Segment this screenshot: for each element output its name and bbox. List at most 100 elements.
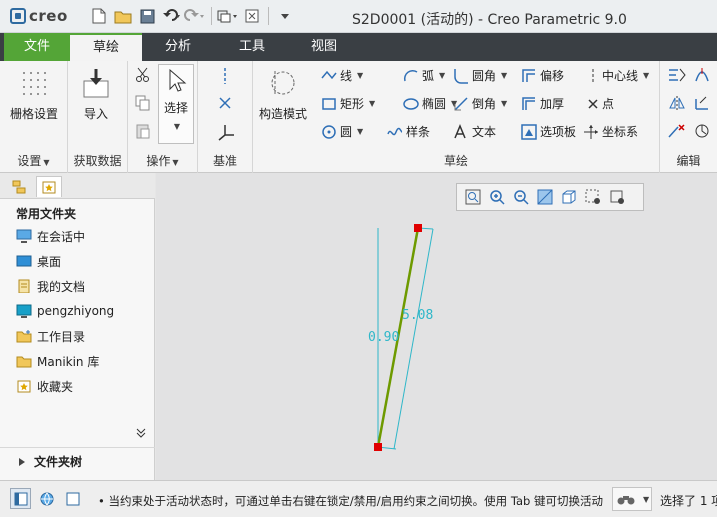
folder-manikin-library[interactable]: Manikin 库 (16, 351, 99, 371)
tab-analysis[interactable]: 分析 (142, 33, 214, 61)
tab-file[interactable]: 文件 (4, 33, 70, 61)
folder-user[interactable]: pengzhiyong (16, 301, 114, 321)
select-button[interactable]: 选择 ▼ (158, 64, 194, 144)
close-window-icon[interactable] (241, 6, 263, 26)
sketch-geometry: 0.90 5.08 (368, 224, 434, 451)
construction-mode-button[interactable]: 构造模式 (259, 67, 307, 122)
chamfer-icon (454, 96, 468, 111)
construction-mode-icon (271, 71, 295, 95)
chamfer-button[interactable]: 倒角 ▼ (453, 95, 507, 112)
paste-icon[interactable] (135, 123, 151, 139)
circle-label: 圆 (340, 125, 353, 139)
sketch-endpoint-top[interactable] (414, 224, 422, 232)
point-label: 点 (602, 97, 615, 111)
rectangle-button[interactable]: 矩形 ▼ (321, 95, 375, 112)
dimension-value-left[interactable]: 0.90 (368, 330, 399, 345)
save-icon[interactable] (136, 6, 158, 26)
toggle-browser-icon[interactable] (36, 488, 57, 509)
model-tree-tab-icon[interactable] (6, 176, 32, 197)
desktop-icon (16, 255, 32, 267)
folder-label: pengzhiyong (37, 304, 115, 318)
folder-favorites[interactable]: 收藏夹 (16, 376, 73, 396)
csys-label: 坐标系 (602, 125, 639, 139)
fillet-label: 圆角 (472, 69, 497, 83)
thicken-label: 加厚 (540, 97, 565, 111)
copy-icon[interactable] (135, 95, 151, 111)
ribbon-sketch: 栅格设置 设置 ▼ 导入 获取数据 选择 ▼ 操作 ▼ 基准 构造模式 线 ▼ … (0, 61, 717, 173)
ellipse-button[interactable]: 椭圆 ▼ (403, 95, 457, 112)
creo-window: creo S2D0001 (活动的) - Creo Parametric 9.0… (0, 0, 717, 517)
mirror-icon[interactable] (668, 95, 686, 111)
datum-point-icon[interactable] (217, 95, 233, 111)
grid-settings-button[interactable]: 栅格设置 (10, 67, 58, 122)
divide-icon[interactable] (694, 67, 710, 83)
monitor-icon (16, 304, 32, 318)
delete-segment-icon[interactable] (668, 123, 686, 139)
favorites-folder-icon (17, 380, 31, 393)
group-edit: 编辑 (660, 61, 717, 173)
graphics-area[interactable]: 0.90 5.08 (156, 173, 717, 480)
folder-working-directory[interactable]: 工作目录 (16, 326, 85, 346)
toggle-navigator-icon[interactable] (10, 488, 31, 509)
folder-label: 在会话中 (37, 229, 86, 244)
arc-icon (403, 69, 418, 81)
fillet-icon (454, 68, 468, 84)
group-label-operations[interactable]: 操作 ▼ (128, 152, 197, 169)
fillet-button[interactable]: 圆角 ▼ (453, 67, 507, 84)
rotate-resize-icon[interactable] (694, 123, 710, 139)
palette-label: 选项板 (540, 125, 577, 139)
folder-tree-label: 文件夹树 (34, 455, 83, 469)
open-icon[interactable] (112, 6, 134, 26)
customize-icon[interactable] (274, 6, 296, 26)
line-label: 线 (340, 69, 353, 83)
datum-csys-icon[interactable] (217, 123, 235, 141)
ribbon-tabs: 文件 草绘 分析 工具 视图 (0, 33, 717, 61)
tab-sketch[interactable]: 草绘 (70, 33, 142, 61)
sketch-csys-icon (584, 124, 598, 139)
cut-icon[interactable] (135, 67, 151, 83)
tab-view[interactable]: 视图 (288, 33, 360, 61)
group-label-sketching: 草绘 (443, 154, 468, 168)
new-icon[interactable] (88, 6, 110, 26)
tab-tools[interactable]: 工具 (216, 33, 288, 61)
import-button[interactable]: 导入 (80, 67, 112, 122)
centerline-icon (592, 68, 594, 83)
folder-desktop[interactable]: 桌面 (16, 251, 61, 271)
redo-icon[interactable] (184, 6, 206, 26)
point-icon (588, 98, 598, 109)
toggle-fullscreen-icon[interactable] (62, 488, 83, 509)
palette-button[interactable]: 选项板 (521, 123, 576, 140)
documents-icon (18, 279, 30, 293)
folder-label: 收藏夹 (37, 379, 74, 394)
regenerate-icon[interactable] (217, 6, 239, 26)
spline-button[interactable]: 样条 (387, 123, 430, 140)
binoculars-icon (617, 496, 635, 505)
offset-button[interactable]: 偏移 (521, 67, 564, 84)
folder-label: 我的文档 (37, 279, 86, 294)
text-button[interactable]: 文本 (453, 123, 496, 140)
circle-button[interactable]: 圆 ▼ (321, 123, 363, 140)
undo-icon[interactable] (160, 6, 182, 26)
point-button[interactable]: 点 (587, 95, 614, 112)
folder-tree-header[interactable]: 文件夹树 (0, 447, 155, 475)
folder-label: Manikin 库 (37, 354, 100, 369)
folder-my-documents[interactable]: 我的文档 (16, 276, 85, 296)
csys-button[interactable]: 坐标系 (583, 123, 638, 140)
thicken-button[interactable]: 加厚 (521, 95, 564, 112)
corner-icon[interactable] (694, 95, 710, 111)
rectangle-label: 矩形 (340, 97, 365, 111)
datum-centerline-icon[interactable] (217, 67, 233, 85)
favorites-tab-icon[interactable] (36, 176, 62, 197)
centerline-button[interactable]: 中心线 ▼ (587, 67, 649, 84)
dimension-value-right[interactable]: 5.08 (402, 308, 433, 323)
import-icon (83, 69, 109, 98)
arc-button[interactable]: 弧 ▼ (403, 67, 445, 84)
selection-filter[interactable]: ▼ (612, 487, 652, 511)
palette-icon (521, 123, 537, 140)
sketch-endpoint-bottom[interactable] (374, 443, 382, 451)
group-label-settings[interactable]: 设置 ▼ (0, 152, 67, 169)
folder-in-session[interactable]: 在会话中 (16, 226, 85, 246)
line-button[interactable]: 线 ▼ (321, 67, 363, 84)
expand-more-icon[interactable] (136, 427, 146, 442)
modify-icon[interactable] (668, 67, 686, 83)
